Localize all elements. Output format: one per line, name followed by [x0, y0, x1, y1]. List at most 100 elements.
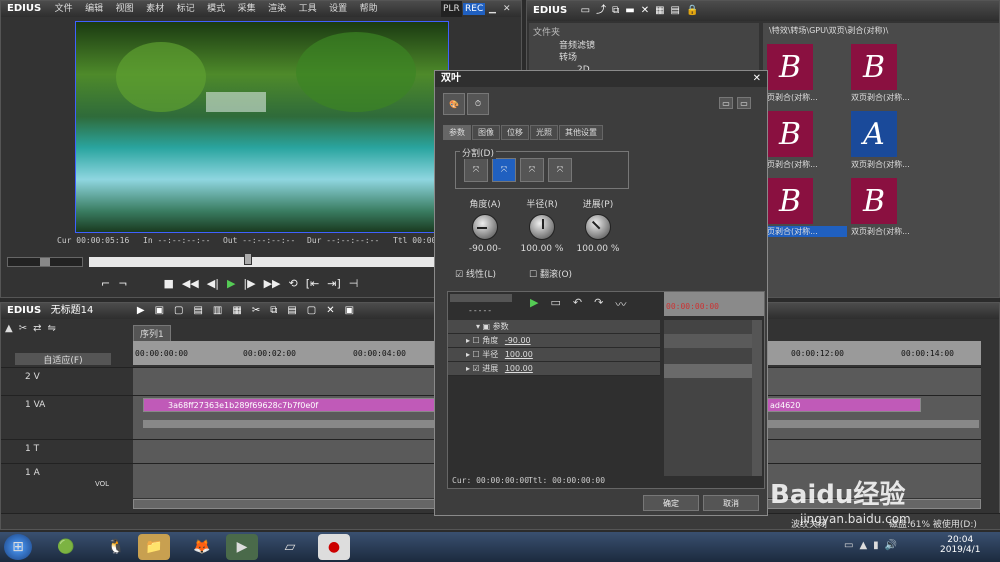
param-row[interactable]: ▸ ☐ 半径 100.00 [448, 348, 660, 362]
path-bar: \特效\转场\GPU\双页\剥合(对称)\ [769, 26, 889, 35]
taskbar: ⊞ 🟢 🐧 📁 🦊 ▶ ▱ ● ▭▲▮🔊 20:04 2019/4/1 [0, 532, 1000, 562]
qq-icon[interactable]: 🐧 [100, 534, 132, 560]
menu-tools[interactable]: 工具 [299, 4, 317, 14]
tree-item-audio-filter[interactable]: 音频滤镜 [559, 40, 759, 52]
effect-item[interactable]: B 双页剥合(对称... [851, 178, 931, 237]
effect-item[interactable]: B 页剥合(对称... [767, 111, 847, 170]
ok-button[interactable]: 确定 [643, 495, 699, 511]
angle-knob[interactable] [472, 214, 498, 240]
tab-offset[interactable]: 位移 [501, 125, 529, 140]
effect-item[interactable]: A 双页剥合(对称... [851, 111, 931, 170]
bin-titlebar: EDIUS ▭⤴⧉▬✕▦▤🔒 [527, 1, 999, 21]
split-mode-button[interactable]: ⤧ [464, 158, 488, 182]
menu-view[interactable]: 视图 [116, 4, 134, 14]
zoom-slider[interactable] [450, 294, 512, 302]
step-back-icon[interactable]: ◀| [207, 277, 219, 290]
cancel-button[interactable]: 取消 [703, 495, 759, 511]
split-mode-button[interactable]: ⤧ [548, 158, 572, 182]
video-clip-tail[interactable]: ad4620 [767, 398, 921, 412]
menu-help[interactable]: 帮助 [360, 4, 378, 14]
overwrite-icon[interactable]: ⇥] [327, 277, 341, 290]
window-icon[interactable]: ▱ [274, 534, 306, 560]
linear-checkbox[interactable]: ☑ 线性(L) [455, 267, 496, 280]
kf-scrollbar[interactable] [752, 320, 762, 476]
timeline-toolbar-icons[interactable]: ▶▣▢▤▥▦✂⧉▤▢✕▣ [137, 305, 364, 316]
app360-icon[interactable]: 🟢 [50, 534, 82, 560]
set-out-icon[interactable]: ¬ [118, 277, 127, 290]
menu-capture[interactable]: 采集 [238, 4, 256, 14]
clip-pane: \特效\转场\GPU\双页\剥合(对称)\ B 页剥合(对称... B 双页剥合(对… [763, 23, 999, 297]
menu-settings[interactable]: 设置 [329, 4, 347, 14]
bin-logo: EDIUS [533, 5, 568, 16]
kf-graph-icon[interactable]: 〰 [615, 296, 626, 312]
param-row[interactable]: ▸ ☐ 角度 -90.00 [448, 334, 660, 348]
load-preset-icon[interactable]: ▭ [737, 97, 751, 109]
menu-render[interactable]: 渲染 [268, 4, 286, 14]
radius-label: 半径(R) [526, 200, 558, 210]
effect-item[interactable]: B 页剥合(对称... [767, 178, 847, 237]
menu-mode[interactable]: 模式 [207, 4, 225, 14]
bin-toolbar-icons[interactable]: ▭⤴⧉▬✕▦▤🔒 [581, 5, 705, 16]
flip-checkbox[interactable]: ☐ 翻滚(O) [529, 267, 572, 280]
angle-control: 角度(A) -90.00- [465, 197, 505, 254]
rewind-icon[interactable]: ◀◀ [182, 277, 199, 290]
track-tools-icons[interactable]: ▲✂⇄⇋ [5, 323, 62, 334]
recorder-icon[interactable]: ● [318, 534, 350, 560]
video-clip[interactable]: 3a68ff27363e1b289f69628c7b7f0e0f [143, 398, 439, 412]
menu-clip[interactable]: 素材 [146, 4, 164, 14]
effect-item[interactable]: B 页剥合(对称... [767, 44, 847, 103]
progress-label: 进展(P) [582, 200, 614, 210]
split-mode-button[interactable]: ⤧ [492, 158, 516, 182]
rec-button[interactable]: REC [463, 3, 486, 15]
menu-marker[interactable]: 标记 [177, 4, 195, 14]
save-preset-icon[interactable]: ▭ [719, 97, 733, 109]
plr-button[interactable]: PLR [441, 1, 462, 17]
step-forward-icon[interactable]: |▶ [243, 277, 255, 290]
clock[interactable]: 20:04 2019/4/1 [940, 535, 980, 555]
effect-thumbnail: A [851, 111, 897, 157]
insert-icon[interactable]: [⇤ [306, 277, 320, 290]
stop-icon[interactable]: ■ [163, 277, 173, 290]
tree-item-transition[interactable]: 转场 [559, 52, 759, 64]
tab-params[interactable]: 参数 [443, 125, 471, 140]
split-icon[interactable]: ⊣ [349, 277, 359, 290]
position-slider[interactable] [89, 253, 439, 267]
shuttle-slider[interactable] [7, 257, 83, 267]
kf-time: 00:00:00:00 [666, 302, 719, 311]
tab-other[interactable]: 其他设置 [559, 125, 603, 140]
menu-edit[interactable]: 编辑 [85, 4, 103, 14]
start-button[interactable]: ⊞ [4, 534, 32, 560]
loop-icon[interactable]: ⟲ [289, 277, 298, 290]
menu-file[interactable]: 文件 [55, 4, 73, 14]
radius-knob[interactable] [529, 214, 555, 240]
kf-next-icon[interactable]: ↷ [594, 296, 603, 312]
tray-icons[interactable]: ▭▲▮🔊 [844, 540, 903, 551]
kf-prev-icon[interactable]: ↶ [573, 296, 582, 312]
fast-forward-icon[interactable]: ▶▶ [264, 277, 281, 290]
firefox-icon[interactable]: 🦊 [186, 534, 218, 560]
kf-add-icon[interactable]: ▭ [550, 296, 560, 312]
split-mode-button[interactable]: ⤧ [520, 158, 544, 182]
set-in-icon[interactable]: ⌐ [101, 277, 110, 290]
play-icon[interactable]: ▶ [227, 277, 235, 290]
tab-image[interactable]: 图像 [472, 125, 500, 140]
kf-dashes: ----- [468, 306, 493, 315]
explorer-icon[interactable]: 📁 [138, 534, 170, 560]
param-row[interactable]: ▾ ▣ 参数 [448, 320, 660, 334]
effect-label: 页剥合(对称... [767, 93, 818, 102]
progress-knob[interactable] [585, 214, 611, 240]
dialog-close-icon[interactable]: ✕ [753, 71, 761, 87]
stopwatch-icon[interactable]: ⏱ [467, 93, 489, 115]
kf-play-icon[interactable]: ▶ [530, 296, 538, 312]
progress-value: 100.00 % [576, 244, 620, 254]
edius-icon[interactable]: ▶ [226, 534, 258, 560]
tab-sequence1[interactable]: 序列1 [133, 325, 171, 342]
effect-item[interactable]: B 双页剥合(对称... [851, 44, 931, 103]
tab-light[interactable]: 光照 [530, 125, 558, 140]
minimize-icon[interactable]: ▁ [489, 1, 496, 17]
timecode-cur: Cur 00:00:05:16 [57, 236, 130, 245]
param-row[interactable]: ▸ ☑ 进展 100.00 [448, 362, 660, 376]
palette-icon[interactable]: 🎨 [443, 93, 465, 115]
close-icon[interactable]: ✕ [503, 1, 511, 17]
auto-fit-dropdown[interactable]: 自适应(F) [15, 353, 111, 366]
